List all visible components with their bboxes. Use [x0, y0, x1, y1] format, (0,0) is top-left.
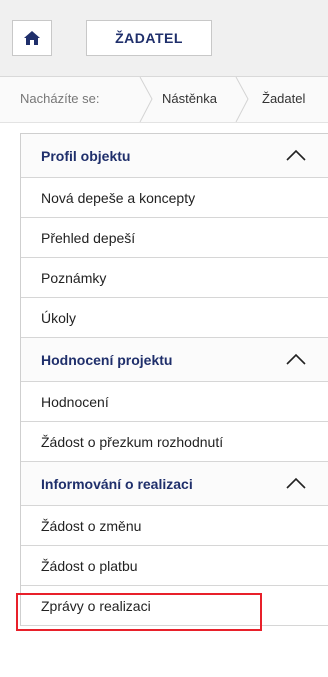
- menu-item-poznamky[interactable]: Poznámky: [21, 258, 328, 298]
- section-header-profil-objektu[interactable]: Profil objektu: [21, 134, 328, 178]
- section-title: Profil objektu: [41, 147, 131, 164]
- breadcrumb-item-zadatel[interactable]: Žadatel: [262, 91, 305, 106]
- breadcrumb-separator: [235, 77, 249, 122]
- breadcrumb-item-nastenka[interactable]: Nástěnka: [162, 91, 217, 106]
- menu-item-zadost-o-prezkum[interactable]: Žádost o přezkum rozhodnutí: [21, 422, 328, 462]
- menu-item-ukoly[interactable]: Úkoly: [21, 298, 328, 338]
- side-menu: Profil objektu Nová depeše a koncepty Př…: [20, 133, 328, 626]
- chevron-up-icon[interactable]: [285, 146, 307, 164]
- section-header-informovani-o-realizaci[interactable]: Informování o realizaci: [21, 462, 328, 506]
- home-button[interactable]: [12, 20, 52, 56]
- section-header-hodnoceni-projektu[interactable]: Hodnocení projektu: [21, 338, 328, 382]
- section-title: Hodnocení projektu: [41, 351, 173, 368]
- highlight-box: [16, 593, 262, 631]
- breadcrumb-separator: [139, 77, 153, 122]
- breadcrumb: Nacházíte se: Nástěnka Žadatel: [0, 77, 328, 123]
- menu-item-zadost-o-zmenu[interactable]: Žádost o změnu: [21, 506, 328, 546]
- chevron-up-icon[interactable]: [285, 350, 307, 368]
- home-icon: [24, 31, 40, 45]
- top-bar: ŽADATEL: [0, 0, 328, 77]
- section-title: Informování o realizaci: [41, 475, 193, 492]
- menu-item-nova-depese[interactable]: Nová depeše a koncepty: [21, 178, 328, 218]
- role-button[interactable]: ŽADATEL: [86, 20, 212, 56]
- chevron-up-icon[interactable]: [285, 474, 307, 492]
- breadcrumb-label: Nacházíte se:: [20, 91, 100, 106]
- menu-item-prehled-depesi[interactable]: Přehled depeší: [21, 218, 328, 258]
- menu-item-zadost-o-platbu[interactable]: Žádost o platbu: [21, 546, 328, 586]
- menu-item-hodnoceni[interactable]: Hodnocení: [21, 382, 328, 422]
